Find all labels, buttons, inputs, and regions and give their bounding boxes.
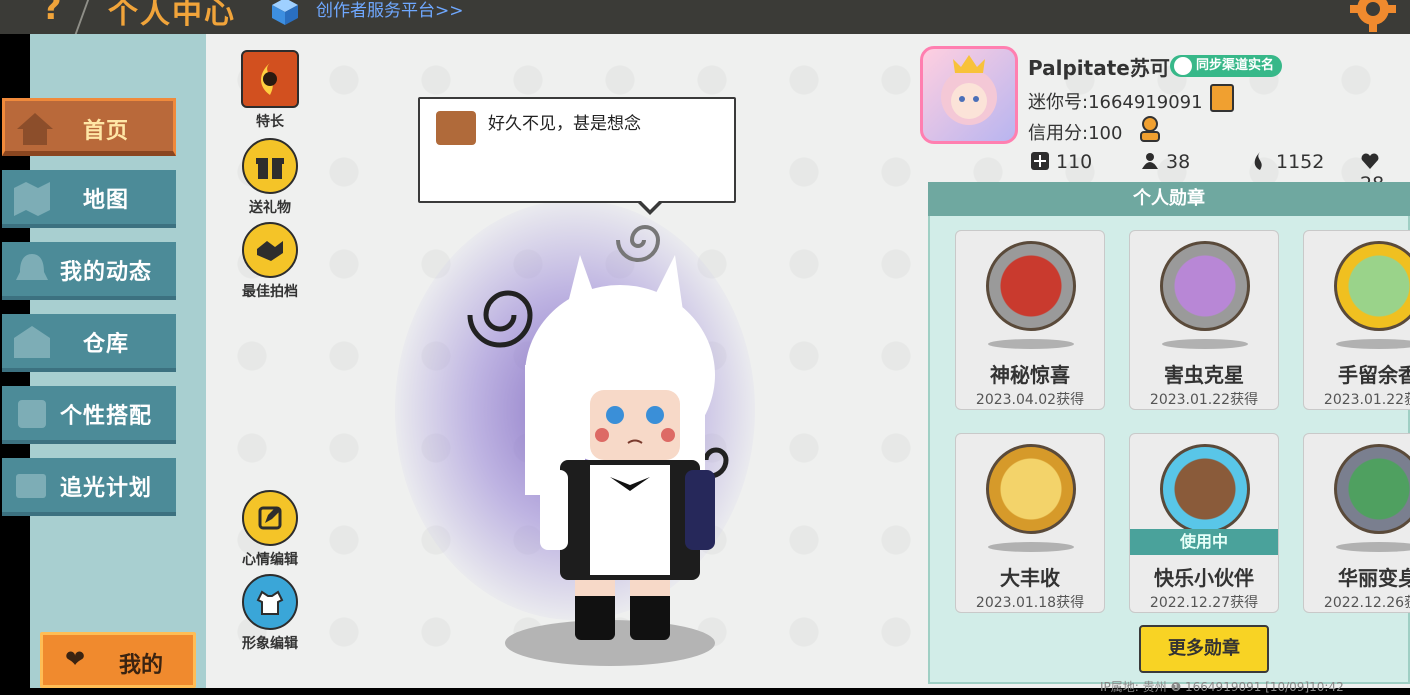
- sidebar-item-label: 首页: [82, 119, 129, 144]
- outfit-edit-icon: [242, 574, 298, 630]
- fire-icon: [1254, 152, 1262, 170]
- ability-appearance-edit[interactable]: 形象编辑: [230, 574, 310, 653]
- ability-gift[interactable]: 送礼物: [230, 138, 310, 217]
- ability-mood-edit[interactable]: 心情编辑: [230, 490, 310, 569]
- medal-name: 手留余香: [1338, 363, 1410, 387]
- sidebar-item-label: 追光计划: [59, 476, 152, 501]
- medal-icon: [1160, 444, 1250, 534]
- medal-date: 2022.12.26获得: [1323, 595, 1410, 611]
- medal-icon: [1160, 241, 1250, 331]
- medal-card[interactable]: 使用中快乐小伙伴 2022.12.27获得: [1129, 433, 1279, 613]
- ability-label: 心情编辑: [242, 552, 298, 568]
- stat-fans[interactable]: 38: [1140, 151, 1190, 173]
- more-medals-button[interactable]: 更多勋章: [1139, 625, 1269, 673]
- credit-score: 信用分:100: [1028, 123, 1123, 144]
- plus-icon: [1031, 152, 1049, 170]
- gear-icon[interactable]: [1350, 0, 1396, 32]
- ability-label: 特长: [256, 114, 284, 130]
- medal-base: [1162, 339, 1248, 349]
- speech-text: 好久不见，甚是想念: [488, 114, 641, 134]
- help-icon[interactable]: ?: [42, 0, 62, 28]
- medal-card[interactable]: 大丰收 2023.01.18获得: [955, 433, 1105, 613]
- speech-bubble[interactable]: 好久不见，甚是想念: [418, 97, 736, 215]
- medal-base: [1336, 542, 1410, 552]
- sidebar-item-map[interactable]: 地图: [2, 170, 176, 228]
- avatar[interactable]: [920, 46, 1018, 144]
- medal-date: 2023.01.22获得: [1323, 392, 1410, 408]
- sidebar-item-warehouse[interactable]: 仓库: [2, 314, 176, 372]
- medal-icon: [986, 444, 1076, 534]
- verified-icon: [1174, 57, 1192, 75]
- sidebar-item-label: 我的动态: [59, 260, 152, 285]
- fans-icon: [1142, 153, 1158, 169]
- ability-label: 送礼物: [249, 200, 291, 216]
- medal-icon: [1334, 241, 1410, 331]
- stat-value: 110: [1056, 151, 1093, 173]
- hearts-icon: [1361, 153, 1379, 169]
- medal-icon: [1334, 444, 1410, 534]
- talent-icon: [241, 50, 299, 108]
- medal-icon: [986, 241, 1076, 331]
- footer-info: IP属地: 贵州 ❶ 1664919091 [10/09]10:42: [1100, 680, 1344, 694]
- medal-name: 大丰收: [1000, 566, 1060, 590]
- sidebar-item-label: 个性搭配: [59, 404, 152, 429]
- handshake-icon: [242, 222, 298, 278]
- stat-likes[interactable]: 110: [1030, 151, 1092, 173]
- medal-date: 2023.04.02获得: [975, 392, 1085, 408]
- medal-card[interactable]: 华丽变身 2022.12.26获得: [1303, 433, 1410, 613]
- medal-name: 神秘惊喜: [990, 363, 1070, 387]
- edit-icon: [242, 490, 298, 546]
- my-button[interactable]: ❤ 我的: [40, 632, 196, 688]
- copy-icon[interactable]: [1210, 84, 1234, 112]
- medal-date: 2023.01.22获得: [1149, 392, 1259, 408]
- emote-face-icon: [436, 111, 476, 145]
- page-title: 个人中心: [108, 0, 236, 31]
- ability-talent[interactable]: 特长: [230, 50, 310, 131]
- top-bar: ? 个人中心 创作者服务平台>>: [0, 0, 1410, 36]
- medal-card[interactable]: 神秘惊喜 2023.04.02获得: [955, 230, 1105, 410]
- medal-base: [988, 542, 1074, 552]
- heart-icon: ❤: [65, 645, 86, 673]
- player-name: Palpitate苏可: [1028, 56, 1170, 80]
- medal-name: 快乐小伙伴: [1154, 566, 1254, 590]
- medal-base: [988, 339, 1074, 349]
- medal-name: 害虫克星: [1164, 363, 1244, 387]
- medal-name: 华丽变身: [1338, 566, 1410, 590]
- ability-label: 形象编辑: [242, 636, 298, 652]
- character-avatar[interactable]: [440, 215, 760, 645]
- stat-popularity[interactable]: 1152: [1250, 151, 1324, 173]
- sidebar-item-label: 地图: [82, 188, 129, 213]
- sidebar-item-activity[interactable]: 我的动态: [2, 242, 176, 300]
- medal-date: 2023.01.18获得: [975, 595, 1085, 611]
- stat-value: 1152: [1276, 151, 1325, 173]
- ability-label: 最佳拍档: [242, 284, 298, 300]
- medal-card[interactable]: 害虫克星 2023.01.22获得: [1129, 230, 1279, 410]
- sidebar-item-outfit[interactable]: 个性搭配: [2, 386, 176, 444]
- title-divider: [73, 0, 93, 36]
- gift-icon: [242, 138, 298, 194]
- credit-info-icon[interactable]: [1138, 115, 1166, 143]
- badge-label: 同步渠道实名: [1196, 58, 1275, 73]
- sidebar-item-label: 仓库: [82, 332, 129, 357]
- medal-panel-header: 个人勋章: [928, 182, 1410, 216]
- my-button-label: 我的: [119, 653, 164, 678]
- medal-date: 2022.12.27获得: [1149, 595, 1259, 611]
- speech-tail-fill: [640, 200, 660, 210]
- stat-value: 38: [1166, 151, 1191, 173]
- avatar-portrait: [941, 55, 997, 125]
- mini-id: 迷你号:1664919091: [1028, 92, 1203, 113]
- ability-partner[interactable]: 最佳拍档: [230, 222, 310, 301]
- cube-icon[interactable]: [270, 0, 300, 26]
- sidebar-item-home[interactable]: 首页: [2, 98, 176, 156]
- sidebar-item-light-plan[interactable]: 追光计划: [2, 458, 176, 516]
- medal-base: [1336, 339, 1410, 349]
- creator-platform-link[interactable]: 创作者服务平台>>: [316, 0, 464, 21]
- medal-card[interactable]: 手留余香 2023.01.22获得: [1303, 230, 1410, 410]
- real-name-badge[interactable]: 同步渠道实名: [1170, 55, 1283, 77]
- medal-in-use-tag: 使用中: [1130, 529, 1278, 555]
